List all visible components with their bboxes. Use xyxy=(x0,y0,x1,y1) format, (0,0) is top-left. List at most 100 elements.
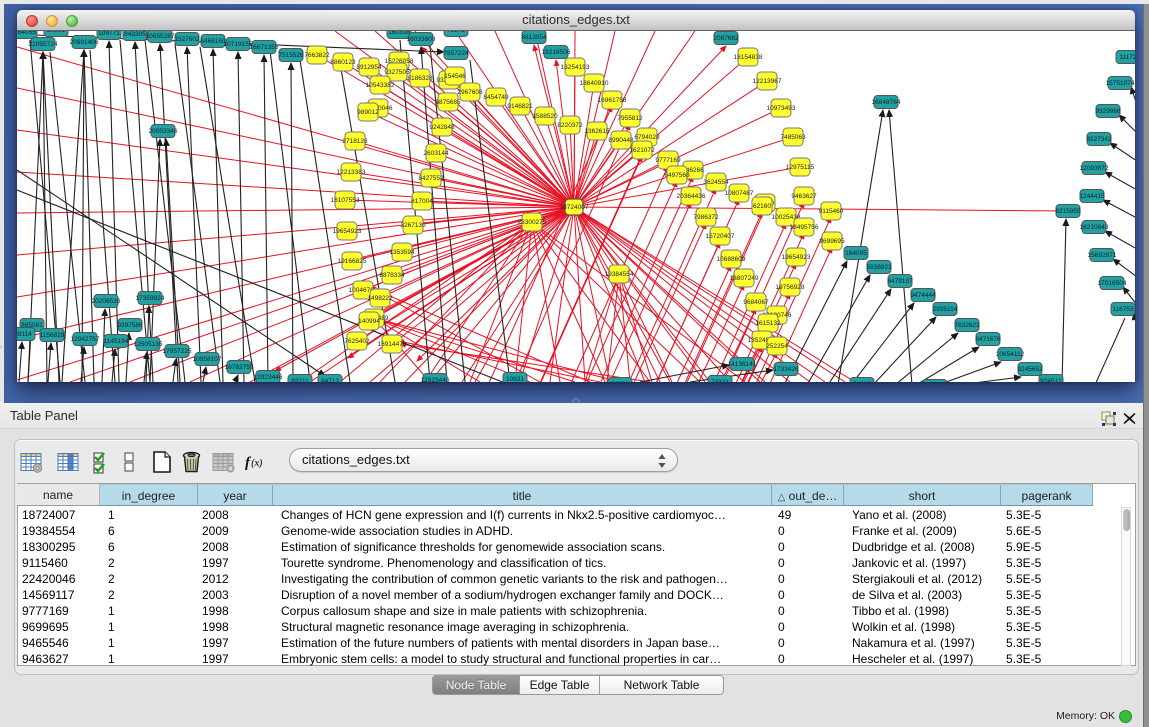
svg-text:9684067: 9684067 xyxy=(743,299,769,306)
svg-text:2718126: 2718126 xyxy=(342,138,368,145)
svg-text:1527602: 1527602 xyxy=(174,36,200,43)
svg-text:2603144: 2603144 xyxy=(423,150,449,157)
svg-text:7955812: 7955812 xyxy=(617,115,643,122)
svg-text:10719155: 10719155 xyxy=(224,41,253,48)
svg-text:16671355: 16671355 xyxy=(250,44,279,51)
svg-text:1145194: 1145194 xyxy=(104,338,129,345)
svg-text:6794028: 6794028 xyxy=(634,134,660,141)
svg-text:12923446: 12923446 xyxy=(254,374,283,381)
svg-text:64221: 64221 xyxy=(611,381,629,382)
svg-text:9397586: 9397586 xyxy=(117,322,143,329)
svg-text:817004: 817004 xyxy=(411,198,433,205)
svg-text:23300275: 23300275 xyxy=(518,219,547,226)
svg-text:6497568: 6497568 xyxy=(664,172,690,179)
svg-text:9245652: 9245652 xyxy=(1017,366,1043,373)
svg-text:19384554: 19384554 xyxy=(605,271,634,278)
svg-text:18807249: 18807249 xyxy=(730,275,759,282)
svg-text:73321: 73321 xyxy=(711,379,729,382)
svg-text:17957225: 17957225 xyxy=(163,348,192,355)
svg-text:164095: 164095 xyxy=(845,250,867,257)
svg-text:10654112: 10654112 xyxy=(996,351,1025,358)
svg-text:7857224: 7857224 xyxy=(443,50,469,57)
svg-text:8454749: 8454749 xyxy=(483,94,509,101)
svg-text:18724007: 18724007 xyxy=(560,204,589,211)
svg-text:10543382: 10543382 xyxy=(366,82,395,89)
svg-text:1733426: 1733426 xyxy=(773,366,799,373)
svg-text:1615132: 1615132 xyxy=(755,320,781,327)
svg-text:8878334: 8878334 xyxy=(379,272,405,279)
svg-text:17016504: 17016504 xyxy=(1098,280,1127,287)
svg-text:17359924: 17359924 xyxy=(136,295,165,302)
svg-text:20691406: 20691406 xyxy=(70,39,99,46)
svg-text:93211: 93211 xyxy=(291,378,309,382)
svg-text:1353594: 1353594 xyxy=(389,249,415,256)
svg-text:9146821: 9146821 xyxy=(507,103,533,110)
svg-text:19654923: 19654923 xyxy=(333,228,362,235)
svg-text:12942757: 12942757 xyxy=(71,336,100,343)
svg-text:21055724: 21055724 xyxy=(29,41,58,48)
svg-text:1588520: 1588520 xyxy=(532,113,558,120)
svg-text:1362615: 1362615 xyxy=(584,128,610,135)
svg-text:8220372: 8220372 xyxy=(557,122,583,129)
svg-text:20931: 20931 xyxy=(47,31,65,34)
svg-text:9474444: 9474444 xyxy=(910,292,936,299)
svg-text:19756928: 19756928 xyxy=(776,284,805,291)
svg-text:12213383: 12213383 xyxy=(337,169,366,176)
svg-text:7485063: 7485063 xyxy=(780,134,806,141)
svg-text:12923446: 12923446 xyxy=(421,377,450,382)
svg-text:109771: 109771 xyxy=(98,31,120,37)
svg-text:1244415: 1244415 xyxy=(1079,193,1105,200)
svg-text:164055: 164055 xyxy=(17,31,36,36)
svg-text:13254193: 13254193 xyxy=(561,64,590,71)
svg-text:16033809: 16033809 xyxy=(407,36,436,43)
svg-text:8471676: 8471676 xyxy=(975,336,1001,343)
svg-text:12213967: 12213967 xyxy=(753,78,782,85)
svg-text:6466160: 6466160 xyxy=(200,38,226,45)
svg-text:39114: 39114 xyxy=(17,331,32,338)
svg-text:8186328: 8186328 xyxy=(407,75,433,82)
svg-text:19166825: 19166825 xyxy=(338,258,367,265)
svg-text:8813054: 8813054 xyxy=(521,34,547,41)
svg-text:8990448: 8990448 xyxy=(608,137,634,144)
svg-text:10958107: 10958107 xyxy=(193,356,222,363)
svg-text:78572: 78572 xyxy=(447,31,465,34)
svg-text:10688609: 10688609 xyxy=(717,256,746,263)
svg-text:7663822: 7663822 xyxy=(304,52,330,59)
svg-text:3624554: 3624554 xyxy=(703,179,729,186)
svg-text:7625402: 7625402 xyxy=(344,338,370,345)
svg-text:16210643: 16210643 xyxy=(1080,224,1109,231)
svg-text:11172: 11172 xyxy=(1119,54,1135,61)
svg-text:(x): (x) xyxy=(251,458,263,469)
svg-text:16782759: 16782759 xyxy=(225,364,254,371)
svg-text:16107553: 16107553 xyxy=(331,197,360,204)
svg-text:12093872: 12093872 xyxy=(1080,165,1109,172)
svg-text:20206526: 20206526 xyxy=(92,298,121,305)
svg-text:154546: 154546 xyxy=(444,73,466,80)
svg-text:10655287: 10655287 xyxy=(146,33,175,40)
svg-text:9227342: 9227342 xyxy=(1086,136,1112,143)
svg-text:1156829: 1156829 xyxy=(40,332,65,339)
svg-text:15692971: 15692971 xyxy=(1088,252,1117,259)
svg-text:3875685: 3875685 xyxy=(435,99,461,106)
svg-text:16961758: 16961758 xyxy=(598,97,627,104)
svg-text:8427552: 8427552 xyxy=(418,175,444,182)
svg-text:84712: 84712 xyxy=(321,378,339,382)
svg-text:10931: 10931 xyxy=(506,376,524,382)
svg-text:12505135: 12505135 xyxy=(134,341,163,348)
svg-text:1498222: 1498222 xyxy=(367,295,393,302)
svg-text:9463627: 9463627 xyxy=(791,193,817,200)
svg-text:14136141: 14136141 xyxy=(728,361,757,368)
svg-text:7632621: 7632621 xyxy=(954,322,980,329)
svg-text:62160: 62160 xyxy=(753,203,771,210)
svg-text:20364436: 20364436 xyxy=(677,193,706,200)
svg-text:20053346: 20053346 xyxy=(149,128,178,135)
svg-text:252254: 252254 xyxy=(766,343,788,350)
svg-text:924512: 924512 xyxy=(1040,378,1062,382)
svg-text:9327505: 9327505 xyxy=(384,69,410,76)
svg-text:7986372: 7986372 xyxy=(693,214,719,221)
svg-text:9329966: 9329966 xyxy=(1095,108,1121,115)
svg-text:15720407: 15720407 xyxy=(706,233,735,240)
svg-text:12975115: 12975115 xyxy=(786,164,815,171)
svg-text:16914479: 16914479 xyxy=(378,341,407,348)
svg-text:8215955: 8215955 xyxy=(1055,208,1081,215)
